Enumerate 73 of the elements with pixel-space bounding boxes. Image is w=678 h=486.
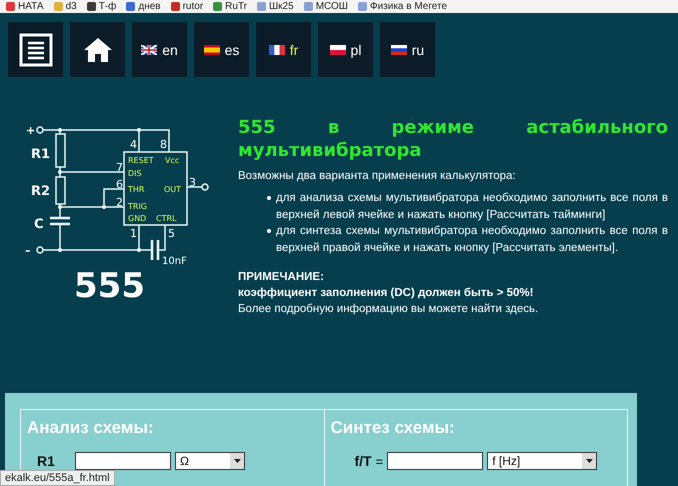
language-button[interactable]: es (194, 22, 249, 77)
analysis-heading: Анализ схемы: (27, 418, 155, 438)
circuit-label: Vcc (165, 156, 180, 165)
bookmark-link[interactable]: RuTr (225, 1, 248, 12)
intro-text: Возможны два варианта применения калькулятора: (238, 169, 517, 184)
circuit-label: R2 (31, 184, 50, 199)
circuit-label: RESET (128, 156, 154, 165)
circuit-label: 5 (168, 227, 175, 240)
circuit-label: 4 (130, 138, 137, 151)
bullet-text: для синтеза схемы мультивибратора необходимо заполнить все поля в верхней правой ячейке и нажать кнопку [Рассчитать элементы]. (267, 223, 668, 257)
circuit-label: C (34, 217, 44, 232)
bookmark-icon (86, 2, 96, 11)
language-button[interactable]: fr (256, 22, 311, 77)
circuit-label: 8 (160, 138, 167, 151)
home-icon (82, 36, 112, 62)
equals-sign: = (376, 454, 384, 468)
circuit-label: DIS (128, 169, 142, 178)
flag-icon (330, 44, 346, 54)
circuit-label: 3 (189, 176, 196, 189)
language-button[interactable]: pl (318, 22, 373, 77)
note-heading: ПРИМЕЧАНИЕ: (238, 270, 325, 285)
circuit-label: R1 (31, 147, 50, 162)
bookmark-icon (54, 2, 63, 11)
circuit-label: – (25, 244, 30, 257)
bookmark-link[interactable]: Физика в Мегете (370, 1, 448, 12)
circuit-label: GND (128, 214, 146, 223)
bookmark-link[interactable]: d3 (66, 1, 77, 12)
circuit-label: OUT (164, 185, 182, 194)
bookmark-link[interactable]: днев (138, 1, 161, 12)
bookmark-link[interactable]: НАТА (18, 1, 44, 12)
menu-button[interactable] (8, 22, 63, 77)
bookmark-icon (126, 2, 136, 11)
dropdown-arrow-icon (586, 459, 593, 463)
page-title: 555 в режиме астабильного мультивибратора (238, 117, 668, 162)
chip-number: 555 (74, 266, 145, 306)
circuit-label: TRIG (128, 202, 148, 211)
synthesis-heading: Синтез схемы: (330, 418, 456, 438)
field-label: f/T (354, 453, 372, 469)
home-button[interactable] (70, 22, 125, 77)
language-button[interactable]: ru (380, 22, 435, 77)
circuit-label: 2 (116, 196, 123, 209)
unit-dropdown[interactable]: f [Hz] (487, 452, 598, 470)
bookmark-icon (257, 2, 266, 11)
bookmark-link[interactable]: rutor (182, 1, 204, 12)
status-url: ekalk.eu/555a_fr.html (0, 470, 115, 486)
menu-icon (18, 32, 52, 66)
bookmark-icon (170, 2, 180, 11)
field-label: R1 (37, 453, 56, 469)
flag-icon (141, 44, 158, 54)
bookmark-link[interactable]: Т-ф (98, 1, 116, 12)
more-info-text: Более подробную информацию вы можете найти здесь. (238, 302, 540, 317)
circuit-label: 1 (130, 227, 137, 240)
circuit-label: + (26, 124, 36, 137)
bookmark-link[interactable]: Шк25 (269, 1, 294, 12)
bookmark-icon (213, 2, 222, 11)
circuit-label: 10nF (162, 256, 187, 267)
bookmark-link[interactable]: МСОШ (316, 1, 348, 12)
bookmark-icon (6, 2, 15, 11)
circuit-label: 7 (116, 161, 123, 174)
circuit-label: 6 (116, 178, 123, 191)
input-field[interactable] (387, 452, 484, 470)
input-field[interactable] (75, 452, 171, 470)
flag-icon (268, 44, 285, 54)
note-text: коэффициент заполнения (DC) должен быть > 50%! (238, 286, 534, 301)
bookmark-icon (304, 2, 313, 11)
circuit-label: CTRL (156, 214, 176, 223)
bookmark-icon (358, 2, 367, 11)
unit-dropdown[interactable]: Ω (175, 452, 245, 470)
language-button[interactable]: en (132, 22, 187, 77)
circuit-label: THR (128, 185, 144, 194)
dropdown-arrow-icon (234, 459, 240, 463)
flag-icon (390, 44, 407, 54)
flag-icon (204, 44, 220, 54)
